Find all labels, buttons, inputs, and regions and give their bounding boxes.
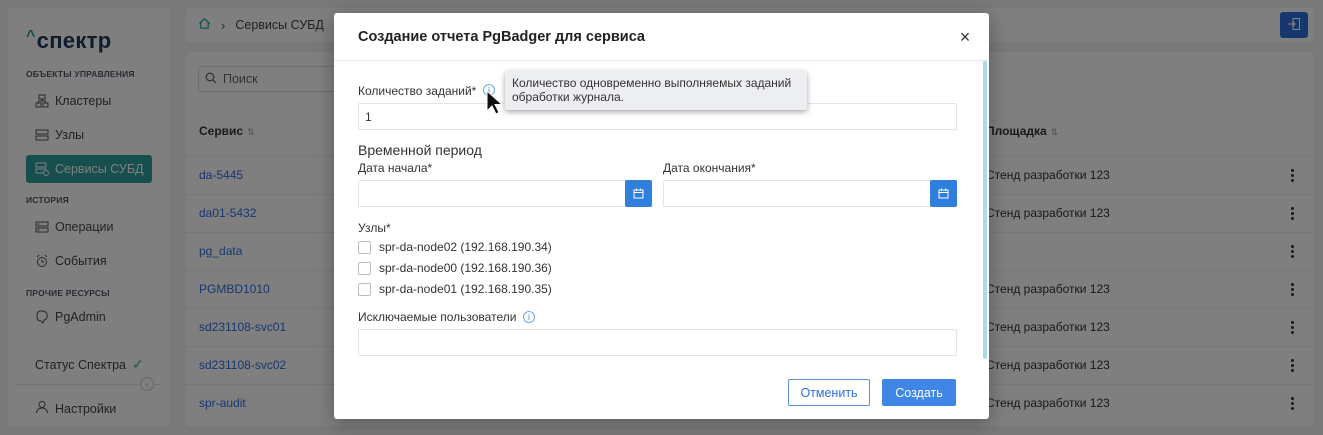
end-date-input[interactable]	[663, 180, 957, 207]
tooltip: Количество одновременно выполняемых зада…	[505, 71, 807, 110]
info-icon[interactable]: i	[523, 311, 535, 323]
node-checkbox-row[interactable]: spr-da-node01 (192.168.190.35)	[358, 282, 552, 296]
checkbox[interactable]	[358, 282, 371, 296]
jobs-label: Количество заданий*	[358, 84, 477, 98]
start-date-input[interactable]	[358, 180, 652, 207]
checkbox[interactable]	[358, 240, 371, 254]
node-checkbox-row[interactable]: spr-da-node00 (192.168.190.36)	[358, 261, 552, 275]
scrollbar[interactable]	[983, 61, 987, 359]
close-icon[interactable]: ×	[955, 27, 975, 47]
checkbox[interactable]	[358, 261, 371, 275]
calendar-icon[interactable]	[930, 180, 957, 207]
node-checkbox-row[interactable]: spr-da-node02 (192.168.190.34)	[358, 240, 552, 254]
start-date-label: Дата начала*	[358, 161, 433, 175]
end-date-label: Дата окончания*	[663, 161, 756, 175]
dialog-title: Создание отчета PgBadger для сервиса	[358, 29, 645, 45]
excluded-users-input[interactable]	[358, 329, 957, 356]
mouse-cursor-icon	[486, 89, 504, 119]
cancel-button[interactable]: Отменить	[788, 379, 870, 406]
create-button[interactable]: Создать	[882, 379, 956, 406]
calendar-icon[interactable]	[625, 180, 652, 207]
period-heading: Временной период	[358, 142, 482, 158]
dialog-header: Создание отчета PgBadger для сервиса ×	[334, 13, 989, 61]
nodes-label: Узлы*	[358, 221, 391, 235]
excluded-users-label: Исключаемые пользователи	[358, 310, 517, 324]
